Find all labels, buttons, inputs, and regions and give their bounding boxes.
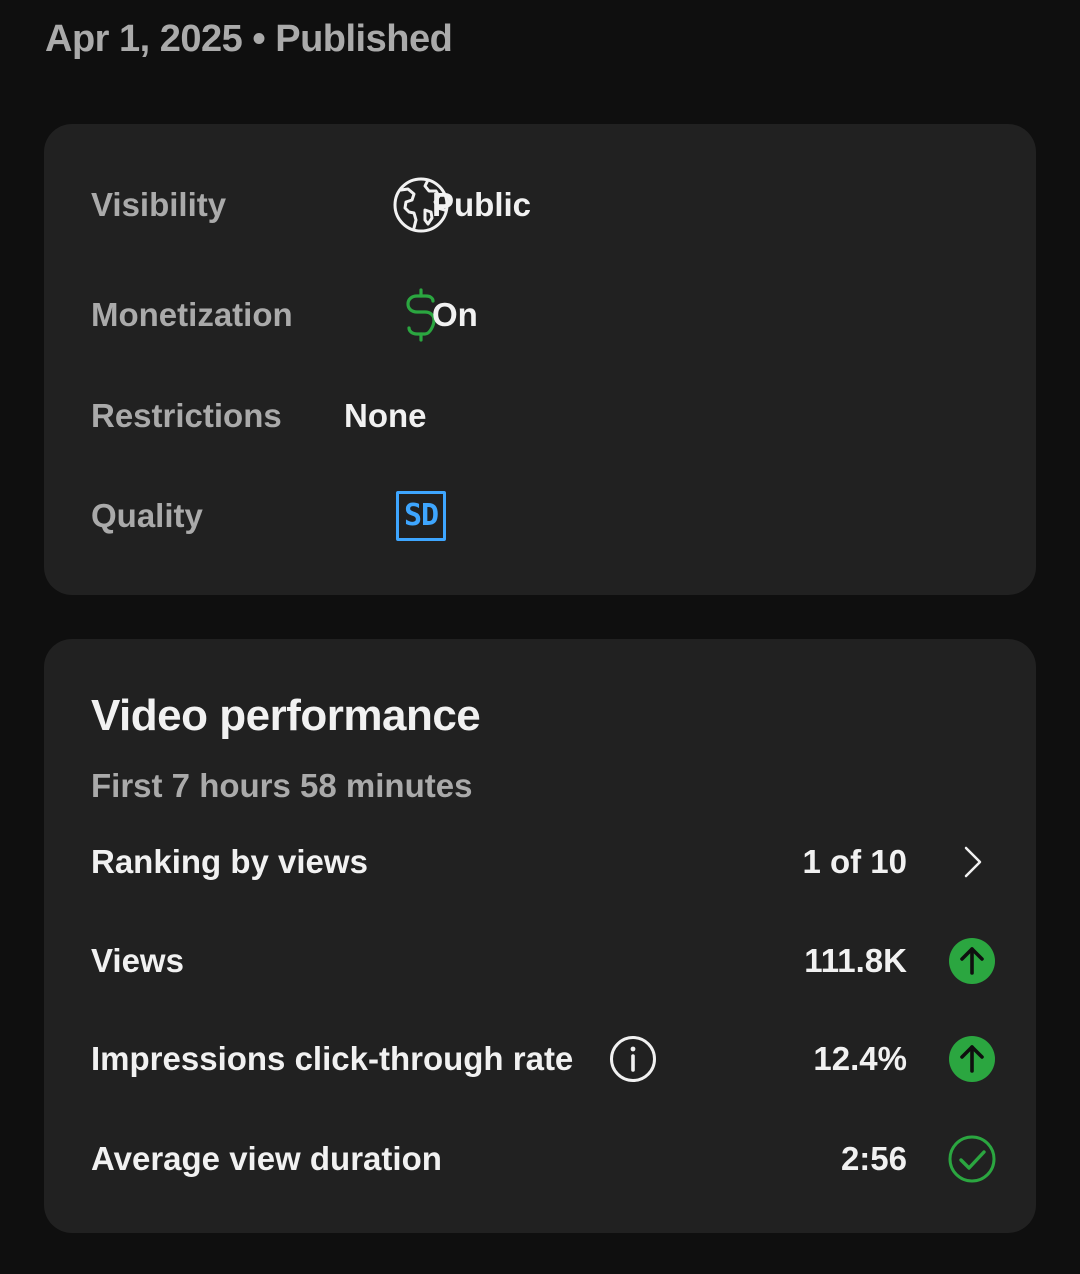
ranking-label: Ranking by views (91, 843, 368, 880)
views-label: Views (91, 942, 184, 979)
restrictions-value: None (344, 397, 427, 434)
ctr-value: 12.4% (813, 1040, 907, 1077)
views-value: 111.8K (804, 942, 907, 979)
performance-timeframe: First 7 hours 58 minutes (91, 767, 473, 804)
avg-view-duration-label: Average view duration (91, 1140, 442, 1177)
info-icon[interactable] (609, 1035, 657, 1083)
arrow-up-circle-icon (948, 1035, 996, 1083)
publish-status: Published (275, 18, 453, 60)
monetization-label: Monetization (91, 296, 293, 333)
avg-view-duration-row[interactable]: Average view duration 2:56 (91, 1129, 996, 1189)
ctr-row[interactable]: Impressions click-through rate 12.4% (91, 1029, 996, 1089)
video-performance-card: Video performance First 7 hours 58 minut… (44, 639, 1036, 1233)
publish-date: Apr 1, 2025 (45, 18, 243, 60)
restrictions-label: Restrictions (91, 397, 282, 434)
sd-badge: SD (396, 491, 446, 541)
ctr-label: Impressions click-through rate (91, 1040, 574, 1077)
views-row[interactable]: Views 111.8K (91, 931, 996, 991)
monetization-row[interactable]: Monetization On (91, 285, 996, 345)
visibility-label: Visibility (91, 186, 227, 223)
visibility-value: Public (432, 186, 532, 223)
quality-row[interactable]: Quality SD (91, 486, 996, 546)
video-details-card: Visibility Public Monetization On Restri… (44, 124, 1036, 595)
chevron-right-icon[interactable] (948, 838, 996, 886)
ranking-row[interactable]: Ranking by views 1 of 10 (91, 832, 996, 892)
sd-quality-icon: SD (391, 486, 451, 546)
visibility-row[interactable]: Visibility Public (91, 175, 996, 235)
restrictions-row[interactable]: Restrictions None (91, 386, 996, 446)
check-circle-icon (948, 1135, 996, 1183)
arrow-up-circle-icon (948, 937, 996, 985)
separator-dot: • (252, 18, 266, 60)
quality-label: Quality (91, 497, 203, 534)
monetization-value: On (432, 296, 478, 333)
ranking-value: 1 of 10 (802, 843, 907, 880)
avg-view-duration-value: 2:56 (840, 1140, 907, 1177)
performance-title: Video performance (91, 691, 481, 740)
publish-status-header: Apr 1, 2025 • Published (45, 18, 453, 61)
